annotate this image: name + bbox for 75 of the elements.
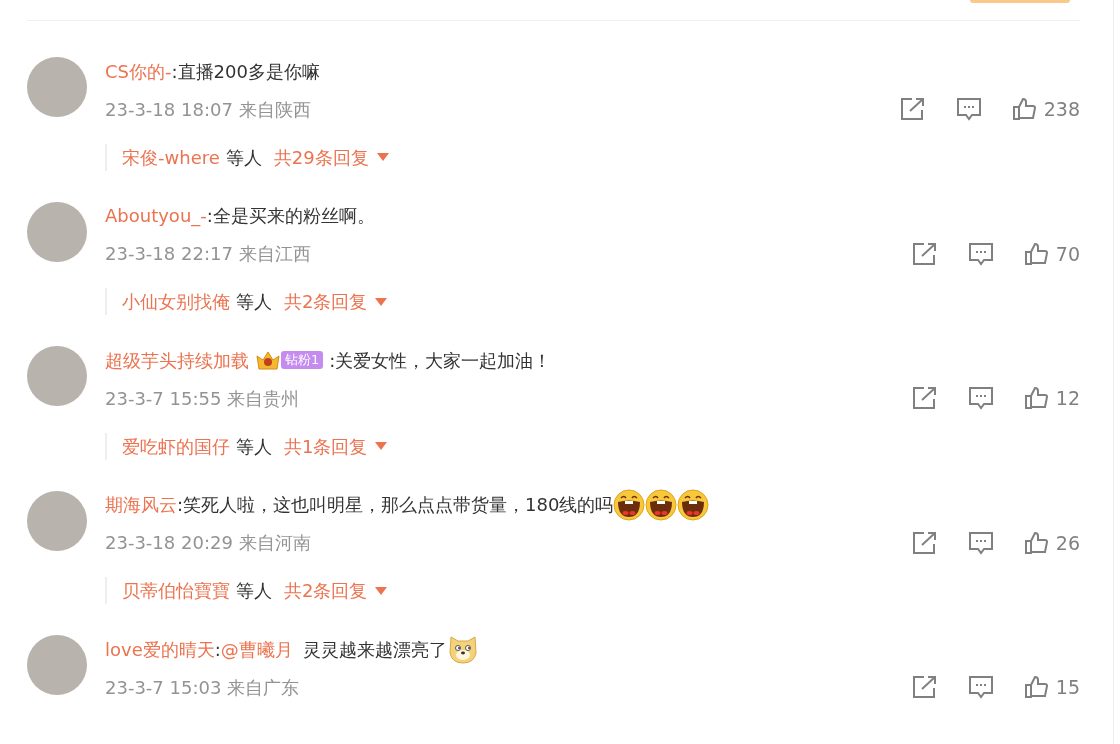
comment-meta: 23-3-7 15:03 来自广东 xyxy=(105,675,300,700)
share-icon xyxy=(899,97,926,122)
comment-text: 直播200多是你嘛 xyxy=(177,59,320,84)
reply-count-link[interactable]: 共1条回复 xyxy=(284,432,388,460)
thumbs-up-icon xyxy=(1023,386,1048,411)
colon: : xyxy=(171,59,178,84)
fan-level-badge: 钻粉1 xyxy=(281,351,324,369)
caret-icon xyxy=(376,153,389,161)
like-button[interactable]: 26 xyxy=(1023,528,1080,557)
comment-meta: 23-3-7 15:55 来自贵州 xyxy=(105,386,300,411)
comment-text: 笑死人啦，这也叫明星，那么点点带货量，180线的吗 xyxy=(183,493,614,517)
like-button[interactable]: 238 xyxy=(1011,95,1080,124)
comment-icon xyxy=(955,97,982,122)
colon: : xyxy=(329,348,336,373)
comment-text: 全是买来的粉丝啊。 xyxy=(212,204,375,228)
reply-count-link[interactable]: 共2条回复 xyxy=(284,577,388,604)
caret-icon xyxy=(375,586,388,595)
comment-text: 关爱女性，大家一起加油！ xyxy=(335,348,552,373)
comment-icon xyxy=(967,675,994,700)
author-name[interactable]: 期海风云 xyxy=(105,491,177,518)
laughing-emoji-icon xyxy=(645,488,678,521)
author-name[interactable]: CS你的- xyxy=(105,57,172,85)
reply-author-link[interactable]: 小仙女别找俺 xyxy=(122,288,230,315)
comment-icon xyxy=(967,386,994,411)
thumbs-up-icon xyxy=(1023,241,1048,266)
caret-icon xyxy=(375,442,388,450)
reply-others-text: 等人 xyxy=(236,290,272,314)
avatar[interactable] xyxy=(27,635,87,695)
reply-others-text: 等人 xyxy=(236,434,272,459)
comment-text: 灵灵越来越漂亮了 xyxy=(302,637,447,662)
thumbs-up-icon xyxy=(1023,675,1048,700)
author-name[interactable]: 超级芋头持续加载 xyxy=(105,346,249,374)
mention-link[interactable]: @曹曦月 xyxy=(220,635,293,663)
comment-icon xyxy=(967,530,994,555)
caret-icon xyxy=(375,297,388,306)
dog-emoji-icon xyxy=(446,633,479,665)
colon: : xyxy=(206,204,213,228)
comment-button[interactable] xyxy=(955,97,982,122)
share-button[interactable] xyxy=(911,530,938,555)
reply-others-text: 等人 xyxy=(236,579,272,603)
author-name[interactable]: Aboutyou_- xyxy=(105,202,207,229)
colon: : xyxy=(214,637,221,662)
like-button[interactable]: 70 xyxy=(1023,239,1080,268)
reply-author-link[interactable]: 贝蒂伯怡寶寶 xyxy=(122,577,230,604)
reply-others-text: 等人 xyxy=(225,145,262,170)
reply-author-link[interactable]: 爱吃虾的国仔 xyxy=(122,432,230,460)
comment-icon xyxy=(967,241,994,266)
reply-count-link[interactable]: 共29条回复 xyxy=(273,143,389,171)
thumbs-up-icon xyxy=(1011,97,1036,122)
comment-button[interactable] xyxy=(967,530,994,555)
share-button[interactable] xyxy=(911,675,938,700)
comment-button[interactable] xyxy=(967,386,994,411)
laughing-emoji-icon xyxy=(613,488,646,521)
thumbs-up-icon xyxy=(1023,530,1048,555)
share-button[interactable] xyxy=(911,241,938,266)
like-button[interactable]: 12 xyxy=(1023,384,1080,413)
author-name[interactable]: love爱的晴天 xyxy=(105,635,215,663)
share-button[interactable] xyxy=(899,97,926,122)
share-icon xyxy=(911,530,938,555)
comment-meta: 23-3-18 20:29 来自河南 xyxy=(105,531,311,556)
share-icon xyxy=(911,241,938,266)
comment-meta: 23-3-18 18:07 来自陕西 xyxy=(105,97,311,122)
comment-button[interactable] xyxy=(967,675,994,700)
avatar[interactable] xyxy=(27,57,87,117)
laughing-emoji-icon xyxy=(677,488,710,521)
reply-count-link[interactable]: 共2条回复 xyxy=(284,288,388,315)
comment-button[interactable] xyxy=(967,241,994,266)
share-button[interactable] xyxy=(911,386,938,411)
like-button[interactable]: 15 xyxy=(1023,673,1080,702)
avatar[interactable] xyxy=(27,346,87,406)
share-icon xyxy=(911,675,938,700)
reply-author-link[interactable]: 宋俊-where xyxy=(122,143,220,171)
colon: : xyxy=(177,493,184,517)
share-icon xyxy=(911,386,938,411)
comment-meta: 23-3-18 22:17 来自江西 xyxy=(105,242,311,267)
